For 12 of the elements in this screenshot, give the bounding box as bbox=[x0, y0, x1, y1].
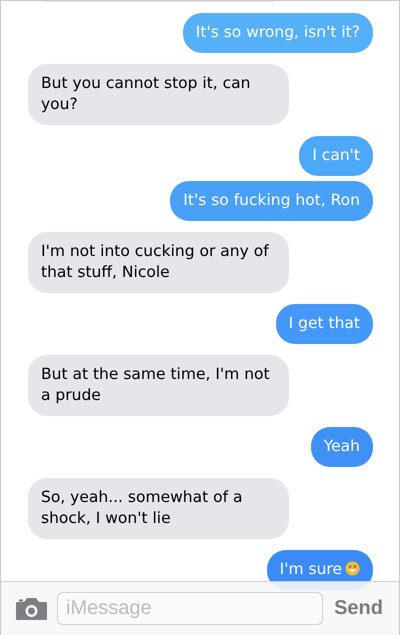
message-bubble: But at the same time, I'm not a prude bbox=[28, 355, 289, 416]
send-button[interactable]: Send bbox=[332, 597, 385, 620]
message-bubble: I'm not into cucking or any of that stuff, Nicole bbox=[28, 232, 289, 293]
message-bubble: I can't bbox=[299, 136, 373, 176]
message-bubble: So, yeah... somewhat of a shock, I won't lie bbox=[28, 478, 289, 539]
message-bubble: I get that bbox=[276, 304, 373, 344]
camera-icon[interactable] bbox=[15, 596, 48, 620]
message-bubble: Yeah bbox=[310, 427, 373, 467]
message-bubble: It's so wrong, isn't it? bbox=[182, 13, 373, 53]
message-bubble: But you cannot stop it, can you? bbox=[28, 64, 289, 125]
message-bubble: It's so fucking hot, Ron bbox=[170, 181, 373, 221]
message-input[interactable]: iMessage bbox=[57, 592, 324, 625]
